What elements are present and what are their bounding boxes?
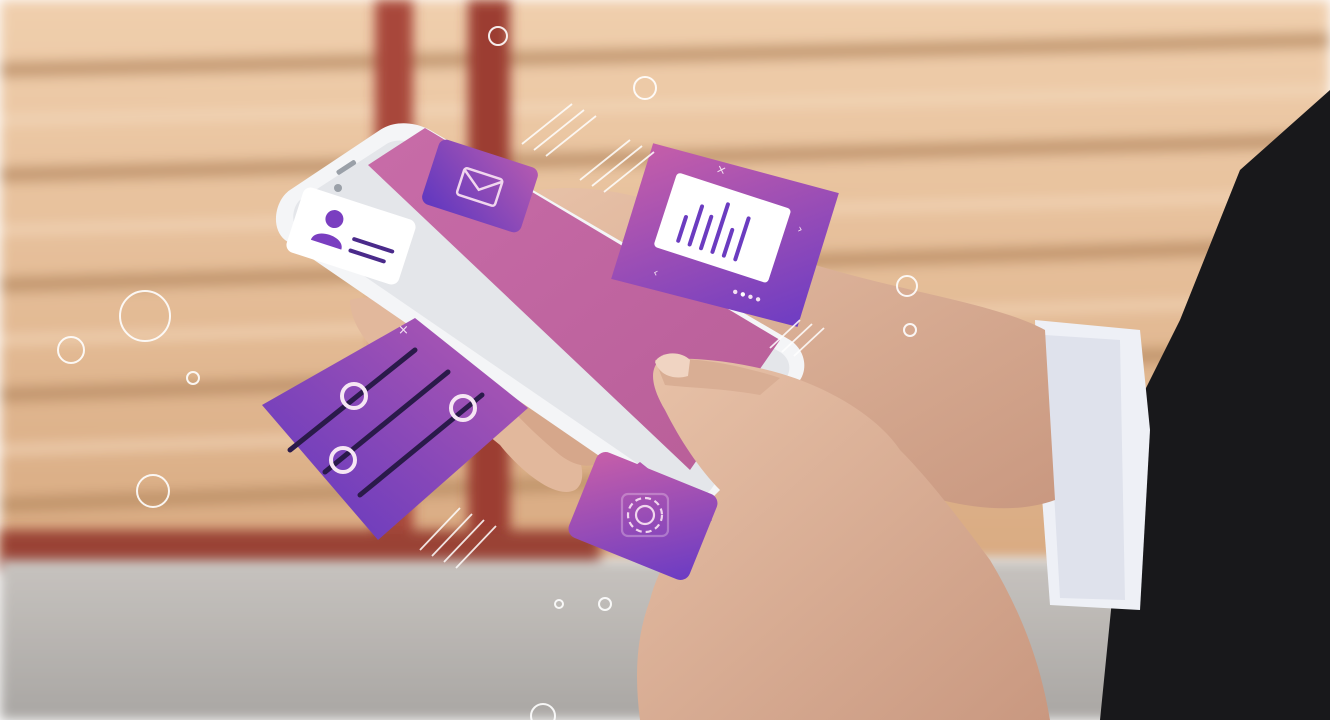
scene-illustration: × ‹ › × (0, 0, 1330, 720)
close-icon: × (398, 323, 409, 338)
photo-scene: × ‹ › × (0, 0, 1330, 720)
